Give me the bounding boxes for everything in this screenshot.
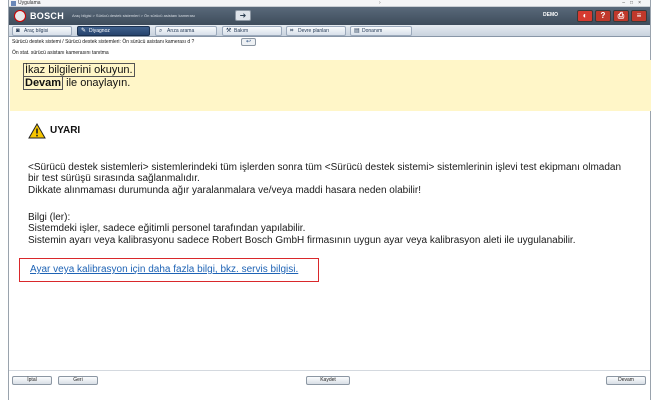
application-window: Uygulama › –□× BOSCH Araç bilgisi > Sürü…: [8, 0, 651, 400]
tab-label: Diyagnoz: [89, 28, 110, 34]
tab-bakim[interactable]: ⚒ Bakım: [222, 26, 282, 36]
tab-diyagnoz[interactable]: ✎ Diyagnoz: [77, 26, 150, 36]
instruction-confirm-text: ile onaylayın.: [63, 77, 131, 89]
tab-label: Araç bilgisi: [24, 28, 49, 34]
tab-devre-planlari[interactable]: ⌗ Devre planları: [286, 26, 346, 36]
back-arrow-icon[interactable]: ↩: [241, 38, 256, 46]
tab-label: Donanım: [362, 28, 383, 34]
instruction-read-text: İkaz bilgilerini okuyun.: [23, 63, 135, 77]
titlebar-marker: ›: [379, 0, 381, 6]
continue-key-label: Devam: [23, 76, 64, 90]
highlight-box: Ayar veya kalibrasyon için daha fazla bi…: [19, 258, 319, 282]
brand-name: BOSCH: [30, 11, 65, 21]
main-tabs: ◙ Araç bilgisi ✎ Diyagnoz ⌕ Arıza arama ⚒ Ba…: [9, 25, 650, 37]
tab-ariza-arama[interactable]: ⌕ Arıza arama: [155, 26, 217, 36]
bosch-logo-icon: [14, 10, 26, 22]
back-button[interactable]: Geri: [58, 376, 98, 385]
help-button[interactable]: ?: [595, 10, 611, 22]
warning-icon: [28, 123, 46, 139]
equipment-icon: ▤: [354, 28, 360, 34]
info-line: Sistemin ayarı veya kalibrasyonu sadece …: [28, 235, 576, 246]
tab-arac-bilgisi[interactable]: ◙ Araç bilgisi: [12, 26, 72, 36]
service-info-link[interactable]: Ayar veya kalibrasyon için daha fazla bi…: [30, 264, 298, 275]
instruction-box: İkaz bilgilerini okuyun. Devam ile onayl…: [10, 60, 651, 111]
info-line: Sistemdeki işler, sadece eğitimli person…: [28, 223, 306, 234]
instruction-line-1: İkaz bilgilerini okuyun.: [23, 63, 135, 77]
step-title: Ön stat. sürücü asistanı kamerasını tanı…: [12, 50, 109, 56]
wrench-icon: ⚒: [226, 28, 232, 34]
bottom-button-bar: İptal Geri Kaydet Devam: [9, 370, 650, 388]
search-icon: ⌕: [159, 28, 163, 34]
app-icon: [11, 1, 16, 6]
warning-paragraph-line: bir test sürüşü sırasında sağlanmalıdır.: [28, 173, 200, 184]
print-button[interactable]: ⎙: [613, 10, 629, 22]
info-label: Bilgi (ler):: [28, 212, 71, 223]
app-header: BOSCH Araç bilgisi > Sürücü destek siste…: [9, 7, 650, 25]
window-titlebar: Uygulama › –□×: [9, 0, 650, 7]
header-path: Araç bilgisi > Sürücü destek sistemleri …: [72, 13, 195, 18]
menu-button[interactable]: ≡: [631, 10, 647, 22]
forward-button[interactable]: ➜: [235, 10, 251, 21]
tab-label: Devre planları: [298, 28, 330, 34]
warning-paragraph-line: Dikkate alınmaması durumunda ağır yarala…: [28, 185, 421, 196]
cancel-button[interactable]: İptal: [12, 376, 52, 385]
save-button[interactable]: Kaydet: [306, 376, 350, 385]
breadcrumb: Sürücü destek sistemi / Sürücü destek si…: [12, 39, 195, 45]
window-controls[interactable]: –□×: [622, 0, 646, 7]
stethoscope-icon: ✎: [81, 28, 87, 34]
tab-label: Arıza arama: [167, 28, 195, 34]
car-button[interactable]: ◐: [577, 10, 593, 22]
warning-paragraph-line: <Sürücü destek sistemleri> sistemlerinde…: [28, 162, 622, 173]
warning-title: UYARI: [50, 125, 81, 136]
window-title: Uygulama: [18, 0, 41, 6]
instruction-line-2: Devam ile onaylayın.: [23, 76, 131, 90]
continue-button[interactable]: Devam: [606, 376, 646, 385]
circuit-icon: ⌗: [290, 28, 294, 34]
tab-donanim[interactable]: ▤ Donanım: [350, 26, 412, 36]
car-icon: ◙: [16, 28, 20, 34]
tab-label: Bakım: [234, 28, 249, 34]
demo-label: DEMO: [543, 12, 558, 18]
